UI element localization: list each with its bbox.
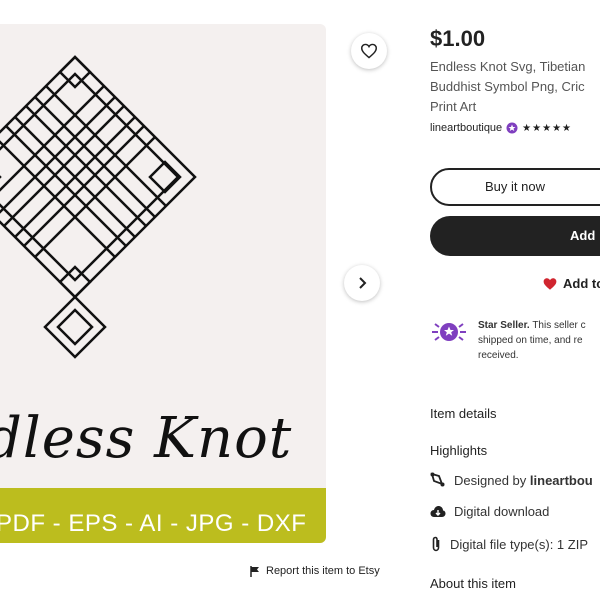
about-item-heading[interactable]: About this item <box>430 576 516 591</box>
star-seller-line: shipped on time, and re <box>478 335 583 346</box>
designed-by-row: Designed by lineartbou <box>430 472 593 488</box>
report-link[interactable]: Report this item to Etsy <box>250 565 380 577</box>
rating-stars-icon: ★★★★★ <box>522 122 572 134</box>
add-to-collection-button[interactable]: Add to <box>542 276 600 291</box>
heart-outline-icon <box>360 43 378 59</box>
star-seller-badge-icon <box>506 122 518 134</box>
designed-by-prefix: Designed by <box>454 472 527 488</box>
star-seller-line: received. <box>478 350 519 361</box>
seller-name-link[interactable]: lineartboutique <box>430 122 502 134</box>
listing-title-line: Endless Knot Svg, Tibetian <box>430 59 586 74</box>
designer-name-link[interactable]: lineartbou <box>530 473 593 488</box>
highlights-heading: Highlights <box>430 443 488 458</box>
price: $1.00 <box>430 26 486 51</box>
endless-knot-graphic <box>0 55 197 359</box>
listing-title: Endless Knot Svg, Tibetian Buddhist Symb… <box>430 57 600 117</box>
star-seller-line: This seller c <box>532 320 586 331</box>
add-to-collection-label: Add to <box>563 276 600 291</box>
listing-title-line: Print Art <box>430 99 477 114</box>
star-seller-award-icon <box>432 323 466 341</box>
favorite-button[interactable] <box>351 33 387 69</box>
file-types-label: Digital file type(s): 1 ZIP <box>450 536 588 552</box>
listing-title-line: Buddhist Symbol Png, Cric <box>430 79 585 94</box>
next-image-button[interactable] <box>344 265 380 301</box>
format-list: PDF - EPS - AI - JPG - DXF <box>0 510 307 537</box>
add-to-cart-button[interactable]: Add <box>430 216 600 256</box>
digital-download-label: Digital download <box>454 504 550 519</box>
report-link-label: Report this item to Etsy <box>266 565 380 577</box>
heart-filled-icon <box>543 277 557 290</box>
file-types-row: Digital file type(s): 1 ZIP <box>430 536 588 552</box>
digital-download-row: Digital download <box>430 504 549 519</box>
star-seller-title: Star Seller. <box>478 320 530 331</box>
buy-it-now-button[interactable]: Buy it now <box>430 168 600 206</box>
format-band: PDF - EPS - AI - JPG - DXF <box>0 488 326 543</box>
item-details-heading[interactable]: Item details <box>430 406 496 421</box>
pen-tool-icon <box>430 472 445 487</box>
product-image[interactable]: dless Knot PDF - EPS - AI - JPG - DXF <box>0 24 326 543</box>
cloud-download-icon <box>430 505 446 517</box>
star-seller-description: Star Seller. This seller c shipped on ti… <box>478 318 600 363</box>
flag-icon <box>250 565 259 577</box>
product-script-title: dless Knot <box>0 406 293 471</box>
paperclip-icon <box>432 536 440 552</box>
star-seller-callout: Star Seller. This seller c shipped on ti… <box>430 318 600 363</box>
seller-row: lineartboutique ★★★★★ <box>430 122 572 134</box>
chevron-right-icon <box>359 277 367 289</box>
